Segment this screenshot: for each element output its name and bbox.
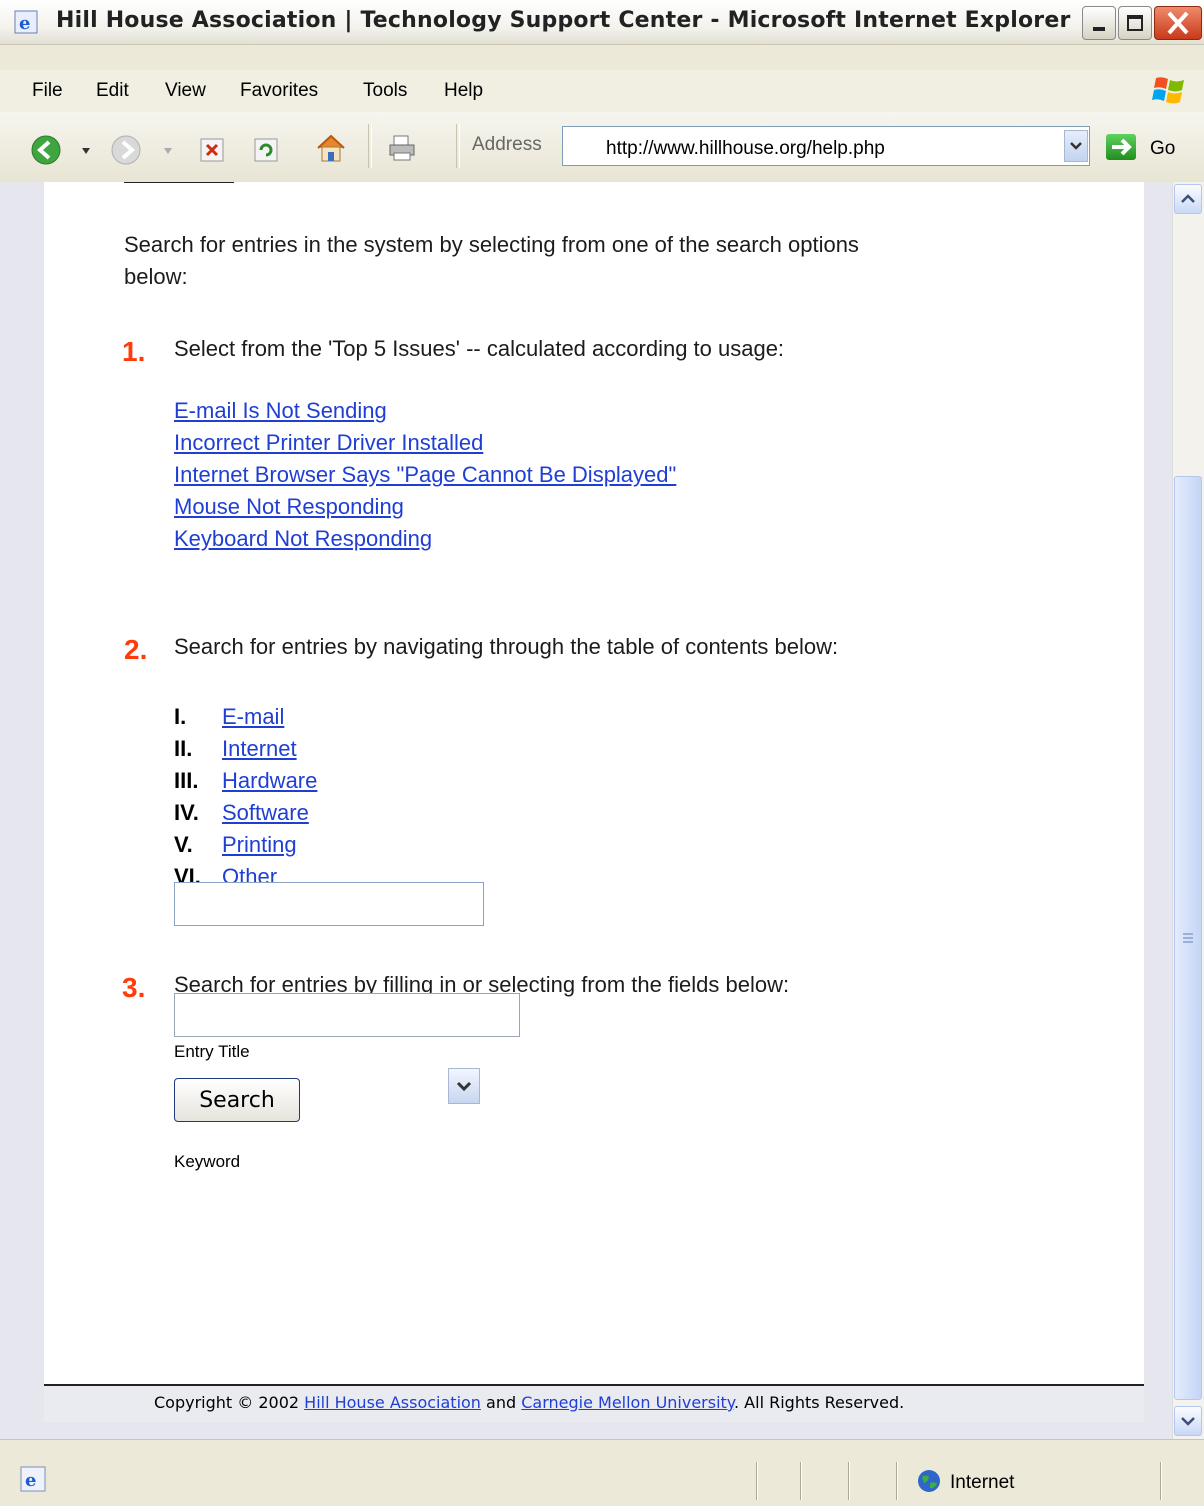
section-2-number: 2. <box>124 634 148 665</box>
entry-title-dropdown-button[interactable] <box>448 1068 480 1104</box>
scroll-down-button[interactable] <box>1174 1406 1202 1436</box>
refresh-icon[interactable] <box>252 136 280 164</box>
toc-numeral: I. <box>174 704 187 729</box>
menu-file[interactable]: File <box>32 80 63 102</box>
close-icon <box>1167 11 1189 35</box>
intro-text-line2: below: <box>124 264 188 289</box>
section-3-number: 3. <box>122 972 146 1003</box>
intro-text: Search for entries in the system by sele… <box>124 232 859 257</box>
go-button-label[interactable]: Go <box>1150 138 1175 160</box>
top-issue-link[interactable]: E-mail Is Not Sending <box>174 398 387 424</box>
chevron-down-icon <box>1070 142 1082 150</box>
top-issue-link[interactable]: Internet Browser Says "Page Cannot Be Di… <box>174 462 676 488</box>
top-issue-link[interactable]: Keyboard Not Responding <box>174 526 432 552</box>
menu-favorites[interactable]: Favorites <box>240 80 318 102</box>
toc-numeral: V. <box>174 832 193 857</box>
toc-numeral: IV. <box>174 800 199 825</box>
menu-edit[interactable]: Edit <box>96 80 129 102</box>
scroll-up-button[interactable] <box>1174 184 1202 214</box>
forward-icon[interactable] <box>110 134 142 166</box>
entry-title-select[interactable] <box>174 882 484 926</box>
top-issue-link[interactable]: Mouse Not Responding <box>174 494 404 520</box>
page-status-icon: e <box>20 1466 46 1492</box>
menu-help[interactable]: Help <box>444 80 483 102</box>
status-divider <box>1160 1462 1162 1500</box>
menu-view[interactable]: View <box>165 80 206 102</box>
window-title: Hill House Association | Technology Supp… <box>56 8 1071 33</box>
toc-link-internet[interactable]: Internet <box>222 736 297 762</box>
footer-prefix: Copyright © 2002 <box>154 1393 305 1412</box>
chevron-down-icon <box>1181 1417 1195 1426</box>
internet-globe-icon <box>918 1470 940 1492</box>
toc-numeral: III. <box>174 768 199 793</box>
back-icon[interactable] <box>30 134 62 166</box>
address-url[interactable]: http://www.hillhouse.org/help.php <box>606 138 885 160</box>
page-body <box>44 182 1144 1422</box>
address-label: Address <box>472 134 542 155</box>
status-divider <box>756 1462 758 1500</box>
close-button[interactable] <box>1154 6 1202 40</box>
go-icon[interactable] <box>1106 134 1136 160</box>
status-bar <box>0 1439 1204 1506</box>
toc-link-email[interactable]: E-mail <box>222 704 284 730</box>
back-dropdown-icon[interactable] <box>80 146 92 156</box>
entry-title-label: Entry Title <box>174 1042 250 1061</box>
svg-text:e: e <box>19 13 30 34</box>
toc-numeral: II. <box>174 736 193 761</box>
footer-link-hill-house[interactable]: Hill House Association <box>304 1393 481 1412</box>
stop-icon[interactable] <box>198 136 226 164</box>
toc-link-printing[interactable]: Printing <box>222 832 297 858</box>
top-issue-link[interactable]: Incorrect Printer Driver Installed <box>174 430 483 456</box>
minimize-button[interactable] <box>1082 6 1116 40</box>
status-divider <box>848 1462 850 1500</box>
address-dropdown-button[interactable] <box>1064 130 1088 162</box>
scroll-thumb[interactable] <box>1174 476 1202 1400</box>
chevron-down-icon <box>456 1081 472 1092</box>
footer-middle: and <box>480 1393 522 1412</box>
home-icon[interactable] <box>314 132 348 164</box>
grip-icon <box>1183 933 1193 943</box>
svg-text:e: e <box>25 1470 36 1491</box>
section-1-text: Select from the 'Top 5 Issues' -- calcul… <box>174 336 785 361</box>
toolbar-divider <box>456 124 460 168</box>
toc-link-hardware[interactable]: Hardware <box>222 768 317 794</box>
footer-suffix: . All Rights Reserved. <box>734 1393 905 1412</box>
cut-off-heading: ▬▬▬▬ <box>124 182 234 184</box>
footer-copyright: Copyright © 2002 Hill House Association … <box>154 1393 904 1412</box>
print-icon[interactable] <box>386 132 418 164</box>
status-divider <box>896 1462 898 1500</box>
ie-app-icon[interactable]: e <box>14 10 38 34</box>
keyword-input[interactable] <box>174 993 520 1037</box>
keyword-label: Keyword <box>174 1152 241 1171</box>
page-viewport: ▬▬▬▬ Search for entries in the system by… <box>0 182 1172 1439</box>
chevron-up-icon <box>1181 194 1195 203</box>
footer-link-cmu[interactable]: Carnegie Mellon University <box>521 1393 734 1412</box>
menu-tools[interactable]: Tools <box>363 80 407 102</box>
section-2-text: Search for entries by navigating through… <box>174 634 839 659</box>
windows-logo-icon <box>1152 77 1184 104</box>
search-button[interactable]: Search <box>174 1078 300 1122</box>
status-divider <box>800 1462 802 1500</box>
toc-link-software[interactable]: Software <box>222 800 309 826</box>
section-1-number: 1. <box>122 336 146 367</box>
maximize-button[interactable] <box>1118 6 1152 40</box>
forward-dropdown-icon[interactable] <box>162 146 174 156</box>
toolbar-divider <box>368 124 372 168</box>
status-zone-label: Internet <box>950 1472 1015 1493</box>
